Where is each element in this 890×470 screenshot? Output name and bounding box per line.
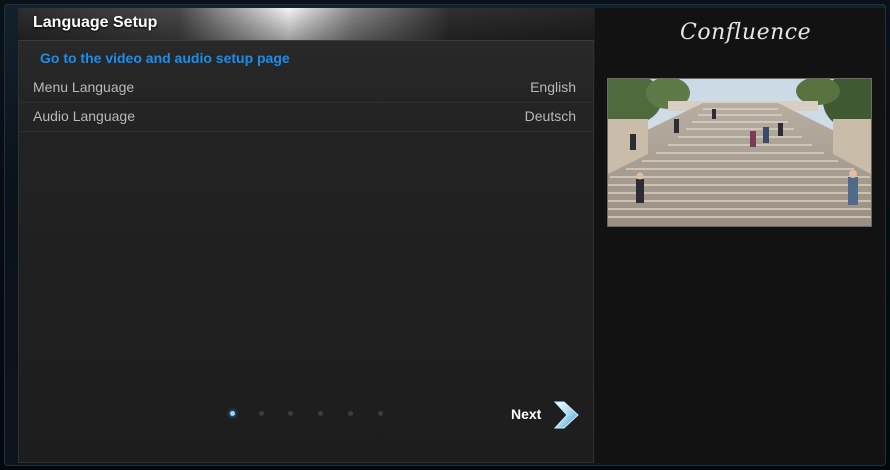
next-button[interactable]: Next [505, 400, 585, 430]
pager-dot-4 [318, 411, 323, 416]
audio-language-label: Audio Language [33, 108, 135, 124]
menu-language-setting[interactable]: Menu Language English [18, 74, 594, 103]
pager-dot-5 [348, 411, 353, 416]
pager-dot-3 [288, 411, 293, 416]
preview-panel [595, 8, 885, 463]
dialog-title: Language Setup [33, 14, 158, 31]
preview-image [607, 78, 872, 227]
audio-language-value: Deutsch [524, 108, 576, 124]
pager-dot-1 [230, 411, 235, 416]
staircase-photo [608, 79, 871, 226]
confluence-logo: Confluence [680, 20, 812, 56]
dialog-header: Language Setup [18, 8, 594, 41]
video-audio-setup-link[interactable]: Go to the video and audio setup page [40, 50, 290, 66]
menu-language-value: English [530, 79, 576, 95]
menu-language-label: Menu Language [33, 79, 135, 95]
chevron-right-icon [553, 401, 579, 429]
screen: Language Setup Go to the video and audio… [0, 0, 890, 470]
pager-dot-6 [378, 411, 383, 416]
next-label: Next [511, 406, 542, 422]
audio-language-setting[interactable]: Audio Language Deutsch [18, 103, 594, 132]
logo-text: Confluence [680, 20, 812, 45]
pager-dot-2 [259, 411, 264, 416]
